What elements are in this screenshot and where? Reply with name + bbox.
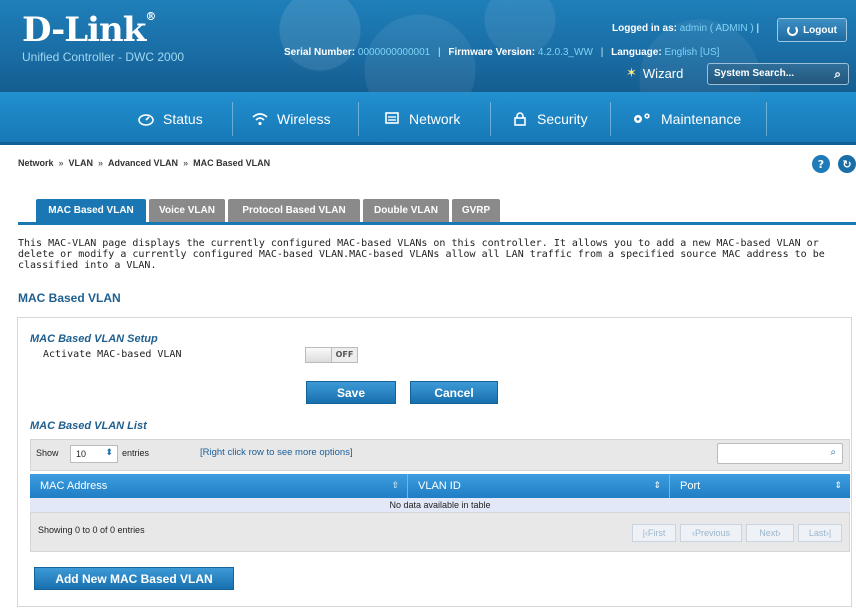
sort-asc-icon: ⇧ [391,480,399,490]
column-port[interactable]: Port ⇕ [670,474,850,498]
nav-security[interactable]: Security [512,92,588,145]
refresh-icon[interactable]: ↻ [838,155,856,173]
cancel-button[interactable]: Cancel [410,381,498,404]
breadcrumb-vlan[interactable]: VLAN [69,158,94,168]
wand-icon: ✶ [626,65,637,80]
breadcrumb-advanced-vlan[interactable]: Advanced VLAN [108,158,178,168]
sort-icon: ⇕ [834,480,842,490]
entries-label: entries [122,448,150,458]
showing-entries-text: Showing 0 to 0 of 0 entries [38,525,145,535]
pagination-previous[interactable]: ‹ Previous [680,524,742,542]
tab-voice-vlan[interactable]: Voice VLAN [149,199,225,222]
status-icon [138,113,154,126]
column-vlan-id[interactable]: VLAN ID ⇕ [408,474,670,498]
tab-double-vlan[interactable]: Double VLAN [363,199,449,222]
logo: D-Link® [22,10,156,50]
stepper-icon: ⬍ [105,447,113,457]
save-button[interactable]: Save [306,381,396,404]
table-empty-row: No data available in table [30,498,850,512]
activate-toggle[interactable]: OFF [305,347,358,363]
breadcrumb-current: MAC Based VLAN [193,158,271,168]
breadcrumb: Network» VLAN» Advanced VLAN» MAC Based VLA… [18,158,271,168]
toggle-knob [306,348,332,362]
gears-icon [634,112,650,123]
show-label: Show [36,448,59,458]
list-section-title: MAC Based VLAN List [30,420,147,432]
table-search-input[interactable]: ⌕ [717,443,843,464]
header: D-Link® Unified Controller - DWC 2000 Lo… [0,0,856,92]
logout-button[interactable]: Logout [777,18,847,42]
nav-maintenance[interactable]: Maintenance [632,92,741,145]
product-subtitle: Unified Controller - DWC 2000 [22,50,185,64]
system-info: Serial Number: 0000000000001 | Firmware … [284,47,720,58]
pagination-first[interactable]: |‹ First [632,524,676,542]
wizard-link[interactable]: ✶ Wizard [626,65,683,81]
entries-select[interactable]: 10 ⬍ [70,445,118,463]
pagination-last[interactable]: Last ›| [798,524,842,542]
lock-icon [514,111,526,126]
help-icon[interactable]: ? [812,155,830,173]
wireless-icon [252,112,268,125]
pagination-next[interactable]: Next › [746,524,794,542]
setup-section-title: MAC Based VLAN Setup [30,333,158,345]
add-mac-vlan-button[interactable]: Add New MAC Based VLAN [34,567,234,590]
tab-bar: MAC Based VLAN Voice VLAN Protocol Based… [18,199,856,225]
tab-gvrp[interactable]: GVRP [452,199,500,222]
logged-in-info: Logged in as: admin ( ADMIN ) | [612,23,760,34]
network-icon [385,111,399,124]
sort-icon: ⇕ [653,480,661,490]
search-icon: ⌕ [834,67,841,81]
nav-network[interactable]: Network [384,92,460,145]
activate-label: Activate MAC-based VLAN [43,349,182,360]
nav-wireless[interactable]: Wireless [252,92,331,145]
tab-mac-based-vlan[interactable]: MAC Based VLAN [36,199,146,222]
column-mac-address[interactable]: MAC Address ⇧ [30,474,408,498]
table-header: MAC Address ⇧ VLAN ID ⇕ Port ⇕ [30,474,850,498]
nav-status[interactable]: Status [138,92,203,145]
system-search-input[interactable]: System Search... ⌕ [707,63,849,85]
search-icon: ⌕ [830,447,836,458]
main-nav: Status Wireless Network Security Mainten… [0,92,856,145]
language-link[interactable]: English [US] [664,47,719,58]
page-description: This MAC-VLAN page displays the currentl… [18,238,825,271]
right-click-hint: [Right click row to see more options] [200,447,353,458]
power-icon [787,24,799,36]
breadcrumb-network[interactable]: Network [18,158,54,168]
page-title: MAC Based VLAN [18,291,121,305]
tab-protocol-based-vlan[interactable]: Protocol Based VLAN [228,199,360,222]
